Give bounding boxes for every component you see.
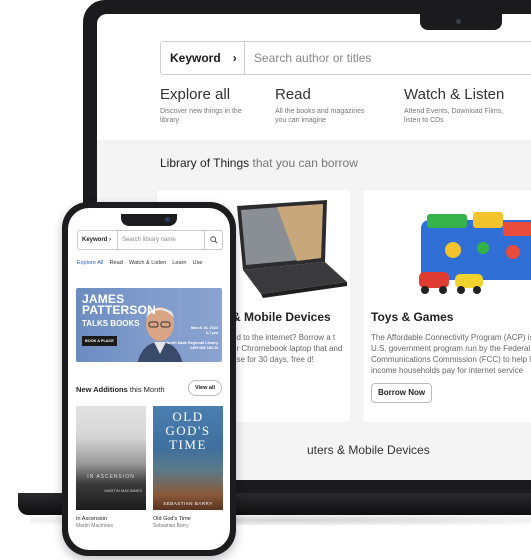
- phone-screen: Keyword › Search library name Explore Al…: [68, 208, 230, 550]
- search-button[interactable]: [204, 231, 222, 249]
- nav-title: Read: [275, 86, 311, 103]
- camera-icon: [165, 217, 170, 222]
- phone-frame: Keyword › Search library name Explore Al…: [62, 202, 236, 556]
- dynamic-island: [121, 214, 177, 226]
- new-additions-title: New Additions this Month: [76, 385, 165, 394]
- book-cover-old-gods-time[interactable]: OLD GOD'S TIME SEBASTIAN BARRY: [153, 406, 223, 510]
- banner-subtitle: TALKS BOOKS: [82, 319, 140, 328]
- next-section-title: uters & Mobile Devices: [307, 443, 430, 457]
- card-title: & Mobile Devices: [232, 310, 331, 324]
- phone-tabs: Explore All Read Watch & Listen Learn Us…: [77, 260, 230, 266]
- chevron-right-icon: ›: [232, 51, 237, 65]
- nav-watch-listen[interactable]: Watch & Listen Attend Events, Download F…: [404, 86, 516, 125]
- borrow-now-button[interactable]: Borrow Now: [371, 383, 433, 403]
- cover-author: SEBASTIAN BARRY: [163, 501, 213, 506]
- nav-desc: Discover new things in the library: [160, 108, 242, 124]
- card-toys-games[interactable]: Toys & Games The Affordable Connectivity…: [363, 190, 531, 422]
- cover-title: OLD GOD'S TIME: [165, 409, 211, 452]
- book-caption: In Ascension Martin MacInnes: [76, 516, 113, 529]
- chevron-right-icon: ›: [109, 237, 112, 243]
- tab-watch-listen[interactable]: Watch & Listen: [129, 260, 166, 266]
- nav-desc: All the books and magazines you can imag…: [275, 108, 365, 124]
- phone-search-bar: Keyword › Search library name: [77, 230, 223, 250]
- laptop-camera-notch: [420, 14, 502, 30]
- cover-title: IN ASCENSION: [87, 474, 135, 480]
- search-type-label: Keyword: [82, 237, 108, 243]
- tab-use[interactable]: Use: [193, 260, 203, 266]
- search-bar: Keyword › Search author or titles: [160, 41, 531, 75]
- nav-title: Watch & Listen: [404, 86, 505, 103]
- search-input[interactable]: Search author or titles: [245, 51, 371, 65]
- nav-desc: Attend Events, Download Films, listen to…: [404, 108, 504, 124]
- search-type-select[interactable]: Keyword ›: [161, 42, 245, 74]
- card-title: Toys & Games: [371, 310, 454, 324]
- section-title: Library of Things that you can borrow: [160, 156, 358, 170]
- search-type-select[interactable]: Keyword ›: [78, 231, 118, 249]
- card-desc: ed to the internet? Borrow a t or Chrome…: [232, 333, 343, 364]
- camera-icon: [456, 19, 461, 24]
- header-area: Keyword › Search author or titles Explor…: [97, 14, 531, 140]
- tab-explore-all[interactable]: Explore All: [77, 260, 103, 266]
- book-cover-in-ascension[interactable]: IN ASCENSION MARTIN MACINNES: [76, 406, 146, 510]
- section-title-muted: that you can borrow: [252, 156, 358, 170]
- search-type-label: Keyword: [170, 51, 221, 65]
- nav-explore-all[interactable]: Explore all Discover new things in the l…: [160, 86, 252, 125]
- tab-read[interactable]: Read: [109, 260, 122, 266]
- banner-author-name: JAMES PATTERSON: [82, 292, 157, 317]
- cover-author: MARTIN MACINNES: [104, 488, 142, 493]
- nav-title: Explore all: [160, 86, 231, 103]
- search-icon: [209, 236, 217, 244]
- banner-event-info: March 16, 2024 6-7 pm North Dade Regiona…: [166, 326, 218, 350]
- event-banner[interactable]: JAMES PATTERSON TALKS BOOKS BOOK A PLACE…: [76, 288, 222, 362]
- book-caption: Old God's Time Sebastian Barry: [153, 516, 191, 529]
- search-input[interactable]: Search library name: [118, 237, 204, 243]
- tab-learn[interactable]: Learn: [172, 260, 186, 266]
- card-desc: The Affordable Connectivity Program (ACP…: [371, 333, 531, 375]
- nav-read[interactable]: Read All the books and magazines you can…: [275, 86, 375, 125]
- book-a-place-button[interactable]: BOOK A PLACE: [82, 336, 117, 346]
- section-title-bold: Library of Things: [160, 156, 250, 170]
- view-all-button[interactable]: View all: [188, 380, 222, 396]
- toy-playset-image: [419, 212, 531, 294]
